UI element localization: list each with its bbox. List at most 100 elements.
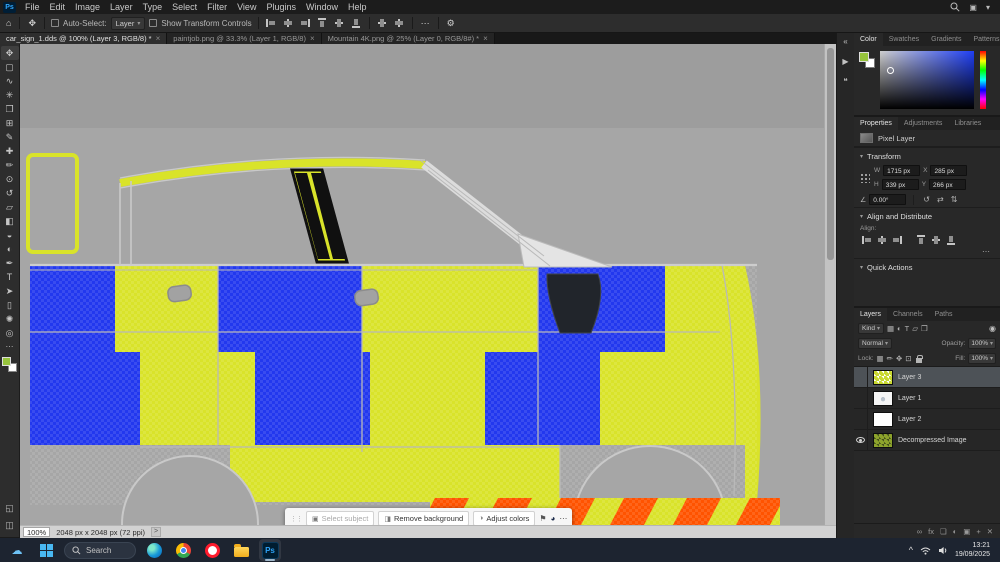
zoom-tool[interactable]: ◎ xyxy=(1,326,19,340)
status-expand-icon[interactable]: > xyxy=(151,527,161,537)
layer-group-icon[interactable]: ▣ xyxy=(963,527,970,536)
clone-stamp-tool[interactable]: ⊙ xyxy=(1,172,19,186)
zoom-level[interactable]: 100% xyxy=(23,527,50,537)
menu-item[interactable]: Select xyxy=(167,0,202,14)
comments-panel-icon[interactable]: ❝ xyxy=(843,77,847,86)
lock-all-icon[interactable] xyxy=(916,358,922,363)
flip-vertical-icon[interactable]: ⇅ xyxy=(951,195,958,204)
align-center-horizontal-icon[interactable] xyxy=(877,235,887,245)
panel-tab[interactable]: Paths xyxy=(929,308,959,321)
menu-item[interactable]: Help xyxy=(343,0,372,14)
photoshop-taskbar-icon[interactable]: Ps xyxy=(259,539,281,561)
panel-tab[interactable]: Channels xyxy=(887,308,929,321)
y-field[interactable]: 266 px xyxy=(929,179,966,190)
align-top-icon[interactable] xyxy=(317,18,327,28)
foreground-background-swatches[interactable] xyxy=(859,52,875,68)
layer-visibility-toggle[interactable] xyxy=(854,409,868,430)
scrollbar-thumb[interactable] xyxy=(827,48,834,260)
layer-mask-icon[interactable]: ❏ xyxy=(940,527,947,536)
lock-transparency-icon[interactable]: ▦ xyxy=(877,354,884,363)
eraser-tool[interactable]: ▱ xyxy=(1,200,19,214)
brush-tool[interactable]: ✏ xyxy=(1,158,19,172)
taskbar-search[interactable]: Search xyxy=(64,542,136,559)
delete-layer-icon[interactable]: ✕ xyxy=(987,527,993,536)
quick-mask-icon[interactable]: ◱ xyxy=(5,503,14,514)
align-right-icon[interactable] xyxy=(892,235,902,245)
more-align-options-icon[interactable]: ⋯ xyxy=(419,18,432,29)
drag-handle[interactable]: ⋮⋮ xyxy=(290,515,302,523)
menu-item[interactable]: View xyxy=(232,0,261,14)
blend-mode-select[interactable]: Normal▾ xyxy=(858,338,892,349)
more-align-icon[interactable]: ⋯ xyxy=(854,246,1000,258)
file-explorer-icon[interactable] xyxy=(230,539,252,561)
remove-background-button[interactable]: ◨ Remove background xyxy=(378,511,469,525)
quick-actions-header[interactable]: ▾ Quick Actions xyxy=(854,258,1000,274)
gradient-tool[interactable]: ◧ xyxy=(1,214,19,228)
adjustment-layer-icon[interactable]: ◐ xyxy=(953,527,958,536)
align-center-vertical-icon[interactable] xyxy=(334,18,344,28)
screen-mode-icon[interactable]: ◫ xyxy=(5,520,14,531)
close-icon[interactable]: × xyxy=(156,34,161,43)
panel-tab[interactable]: Gradients xyxy=(925,33,967,46)
auto-select-target-dropdown[interactable]: Layer▾ xyxy=(111,17,146,30)
adjust-colors-button[interactable]: ◑ Adjust colors xyxy=(473,511,535,525)
align-top-icon[interactable] xyxy=(916,235,926,245)
filter-shape-layers-icon[interactable]: ▱ xyxy=(912,324,918,333)
lock-pixels-icon[interactable]: ✏ xyxy=(887,354,893,363)
volume-icon[interactable] xyxy=(938,546,948,555)
align-right-icon[interactable] xyxy=(300,18,310,28)
Layer 2[interactable]: Layer 2 xyxy=(854,409,1000,430)
filter-toggle-icon[interactable]: ◉ xyxy=(989,324,996,333)
rotation-field[interactable]: 0.00° xyxy=(869,194,906,205)
panel-tab[interactable]: Patterns xyxy=(967,33,1000,46)
panel-tab[interactable]: Color xyxy=(854,33,883,46)
Layer 1[interactable]: Layer 1 xyxy=(854,388,1000,409)
marquee-tool[interactable]: ▢ xyxy=(1,60,19,74)
auto-select-checkbox[interactable] xyxy=(51,19,59,27)
opera-icon[interactable] xyxy=(201,539,223,561)
menu-item[interactable]: Filter xyxy=(202,0,232,14)
hue-slider[interactable] xyxy=(980,51,986,109)
width-field[interactable]: 1715 px xyxy=(883,165,920,176)
gear-icon[interactable]: ⚙ xyxy=(445,18,457,29)
workspace-switcher-icon[interactable]: ▣ xyxy=(969,3,977,12)
chrome-icon[interactable] xyxy=(172,539,194,561)
link-layers-icon[interactable]: ∞ xyxy=(917,527,922,536)
layer-filter-kind[interactable]: Kind▾ xyxy=(858,323,884,334)
menu-item[interactable]: Window xyxy=(301,0,343,14)
flip-horizontal-icon[interactable]: ⇄ xyxy=(937,195,944,204)
Decompressed Image[interactable]: Decompressed Image xyxy=(854,430,1000,451)
dodge-tool[interactable]: ◐ xyxy=(1,242,19,256)
panel-tab[interactable]: Properties xyxy=(854,117,898,130)
wifi-icon[interactable] xyxy=(920,546,931,555)
filter-type-layers-icon[interactable]: T xyxy=(905,324,910,333)
new-layer-icon[interactable]: + xyxy=(976,527,980,536)
home-icon[interactable]: ⌂ xyxy=(4,18,13,28)
shape-tool[interactable]: ▯ xyxy=(1,298,19,312)
edge-icon[interactable] xyxy=(143,539,165,561)
foreground-color-swatch[interactable] xyxy=(2,357,11,366)
panel-tab[interactable]: Swatches xyxy=(883,33,925,46)
align-left-icon[interactable] xyxy=(266,18,276,28)
healing-brush-tool[interactable]: ✚ xyxy=(1,144,19,158)
learn-panel-icon[interactable]: ▶ xyxy=(842,57,848,66)
filter-pixel-layers-icon[interactable]: ▦ xyxy=(887,324,894,333)
layer-visibility-toggle[interactable] xyxy=(854,430,868,451)
layer-effects-icon[interactable]: fx xyxy=(928,527,934,536)
feedback-flag-icon[interactable]: ⚑ xyxy=(539,514,546,523)
color-cursor[interactable] xyxy=(887,67,894,74)
widgets-icon[interactable]: ☁ xyxy=(6,539,28,561)
align-left-icon[interactable] xyxy=(862,235,872,245)
distribute-vertical-icon[interactable] xyxy=(377,18,387,28)
document-tab[interactable]: car_sign_1.dds @ 100% (Layer 3, RGB/8) *… xyxy=(0,33,167,44)
more-options-icon[interactable]: ⋯ xyxy=(559,514,567,523)
layer-visibility-toggle[interactable] xyxy=(854,388,868,409)
align-section-header[interactable]: ▾ Align and Distribute xyxy=(854,207,1000,223)
lock-position-icon[interactable]: ✥ xyxy=(896,354,902,363)
menu-item[interactable]: Plugins xyxy=(261,0,301,14)
panel-tab[interactable]: Layers xyxy=(854,308,887,321)
layer-visibility-toggle[interactable] xyxy=(854,367,868,388)
panel-tab[interactable]: Adjustments xyxy=(898,117,949,130)
document-tab[interactable]: Mountain 4K.png @ 25% (Layer 0, RGB/8#) … xyxy=(322,33,495,44)
hand-tool[interactable]: ✺ xyxy=(1,312,19,326)
